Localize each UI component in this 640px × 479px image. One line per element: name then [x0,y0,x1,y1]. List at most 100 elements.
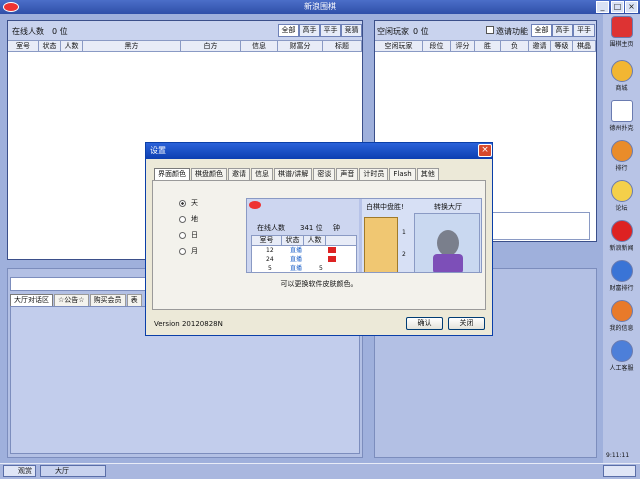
minimize-button[interactable]: _ [596,1,609,13]
tab-content: 天 地 日 月 在线人数 341 位 钟 室号 状态 人数 12 直播 24 直… [152,180,486,310]
sidebar-label: 新浪新闻 [609,245,634,252]
taskbar-watch-label: 观赏 [18,467,32,475]
sidebar-item-ranking[interactable]: 排行 [603,140,640,172]
preview-room: 5 [268,265,272,272]
tab-other[interactable]: 其他 [416,168,439,180]
sidebar-item-home[interactable]: 围棋主页 [603,16,640,48]
col-count[interactable]: 人数 [61,41,83,51]
tab-flash[interactable]: Flash [389,168,416,180]
dialog-title-bar: 设置 [146,143,492,159]
tab-private[interactable]: 密谈 [313,168,336,180]
sidebar-item-shop[interactable]: 商城 [603,60,640,92]
sidebar-label: 商城 [615,85,628,92]
col-win[interactable]: 胜 [475,41,501,51]
filter-all[interactable]: 全部 [278,24,299,37]
idle-filter-expert[interactable]: 高手 [552,24,573,37]
tab-board-color[interactable]: 棋盘颜色 [191,168,227,180]
preview-online-count: 341 位 [300,224,323,232]
penguin-mascot-icon [437,230,459,256]
preview-extra: 钟 [333,224,340,232]
radio-sun[interactable]: 日 [179,230,198,240]
sidebar-label: 排行 [615,165,628,172]
preview-count: 5 [319,265,323,272]
col-score[interactable]: 评分 [451,41,475,51]
tab-timer[interactable]: 计时员 [359,168,389,180]
window-title: 新浪围棋 [304,2,336,11]
tab-info[interactable]: 信息 [251,168,273,180]
filter-even[interactable]: 平手 [320,24,341,37]
col-wealth[interactable]: 财富分 [278,41,323,51]
ok-button[interactable]: 确认 [406,317,443,330]
col-loss[interactable]: 负 [501,41,529,51]
tab-invite[interactable]: 邀请 [228,168,250,180]
skin-preview: 在线人数 341 位 钟 室号 状态 人数 12 直播 24 直播 5 直播 5… [246,198,482,273]
preview-lobby: 在线人数 341 位 钟 室号 状态 人数 12 直播 24 直播 5 直播 5 [247,199,359,272]
taskbar-lobby-label: 大厅 [55,467,69,475]
sidebar-item-news[interactable]: 新浪新闻 [603,220,640,252]
taskbar-lobby[interactable]: 大厅 [40,465,106,477]
col-rank[interactable]: 段位 [423,41,451,51]
sidebar-item-support[interactable]: 人工客服 [603,340,640,372]
sidebar-item-wealth[interactable]: 财富排行 [603,260,640,292]
version-text: Version 20120828N [154,320,223,328]
idle-table-header: 空闲玩家 段位 评分 胜 负 邀请 等级 棋晶 [375,41,596,52]
tab-buy-vip[interactable]: 购买会员 [89,294,126,306]
ranking-icon [610,140,633,162]
preview-avatar-panel [414,213,480,272]
idle-filter-even[interactable]: 平手 [573,24,595,37]
col-invite[interactable]: 邀请 [529,41,551,51]
flag-icon [328,256,336,262]
taskbar-watch[interactable]: 观赏 [3,465,36,477]
dialog-close-icon[interactable]: × [478,144,492,157]
tab-notice[interactable]: ☆公告☆ [54,294,89,306]
col-info[interactable]: 信息 [241,41,278,51]
room-list-header: 在线人数 0 位 全部 高手 平手 竞猜 [8,21,362,41]
preview-row: 5 直播 5 [252,264,356,272]
sidebar-label: 德州扑克 [609,125,634,132]
poker-card-icon [610,100,633,122]
tab-lobby-chat[interactable]: 大厅对话区 [10,294,53,306]
radio-earth[interactable]: 地 [179,214,198,224]
sidebar-label: 财富排行 [609,285,634,292]
col-black[interactable]: 黑方 [83,41,181,51]
close-button[interactable]: 关闭 [448,317,485,330]
col-room[interactable]: 室号 [8,41,39,51]
customer-service-icon [610,340,633,362]
col-status[interactable]: 状态 [39,41,61,51]
preview-col-count: 人数 [304,236,326,245]
taskbar-menu-button[interactable] [603,465,636,477]
preview-col-room: 室号 [252,236,282,245]
col-title[interactable]: 标题 [323,41,362,51]
preview-coord: 1 [402,229,406,236]
maximize-button[interactable]: □ [611,1,624,13]
col-player[interactable]: 空闲玩家 [375,41,423,51]
app-logo-icon [3,2,19,12]
filter-bet[interactable]: 竞猜 [341,24,362,37]
preview-table: 室号 状态 人数 12 直播 24 直播 5 直播 5 [251,235,357,272]
home-icon [610,16,633,38]
filter-expert[interactable]: 高手 [299,24,320,37]
radio-moon[interactable]: 月 [179,246,198,256]
preview-side-title: 转换大厅 [434,203,462,211]
invite-checkbox[interactable] [486,26,494,34]
settings-dialog: 设置 × 界面颜色 棋盘颜色 邀请 信息 棋谱/讲解 密谈 声音 计时员 Fla… [145,142,493,336]
col-white[interactable]: 白方 [181,41,241,51]
sidebar-item-forum[interactable]: 论坛 [603,180,640,212]
col-level[interactable]: 等级 [551,41,573,51]
dialog-title: 设置 [150,146,166,155]
sidebar-label: 人工客服 [609,365,634,372]
tab-sound[interactable]: 声音 [336,168,359,180]
sidebar-item-my-info[interactable]: 我的信息 [603,300,640,332]
close-window-button[interactable]: × [625,1,638,13]
settings-tabs: 界面颜色 棋盘颜色 邀请 信息 棋谱/讲解 密谈 声音 计时员 Flash 其他 [154,168,440,180]
preview-room: 24 [266,256,274,263]
tab-skin-color[interactable]: 界面颜色 [154,168,190,180]
radio-sky[interactable]: 天 [179,198,198,208]
col-crystal[interactable]: 棋晶 [573,41,596,51]
tab-kifu[interactable]: 棋谱/讲解 [274,168,313,180]
idle-filter-all[interactable]: 全部 [531,24,552,37]
sidebar-item-poker[interactable]: 德州扑克 [603,100,640,132]
tab-more[interactable]: 表 [126,294,142,306]
preview-row: 24 直播 [252,255,356,264]
online-count: 0 位 [52,27,68,36]
